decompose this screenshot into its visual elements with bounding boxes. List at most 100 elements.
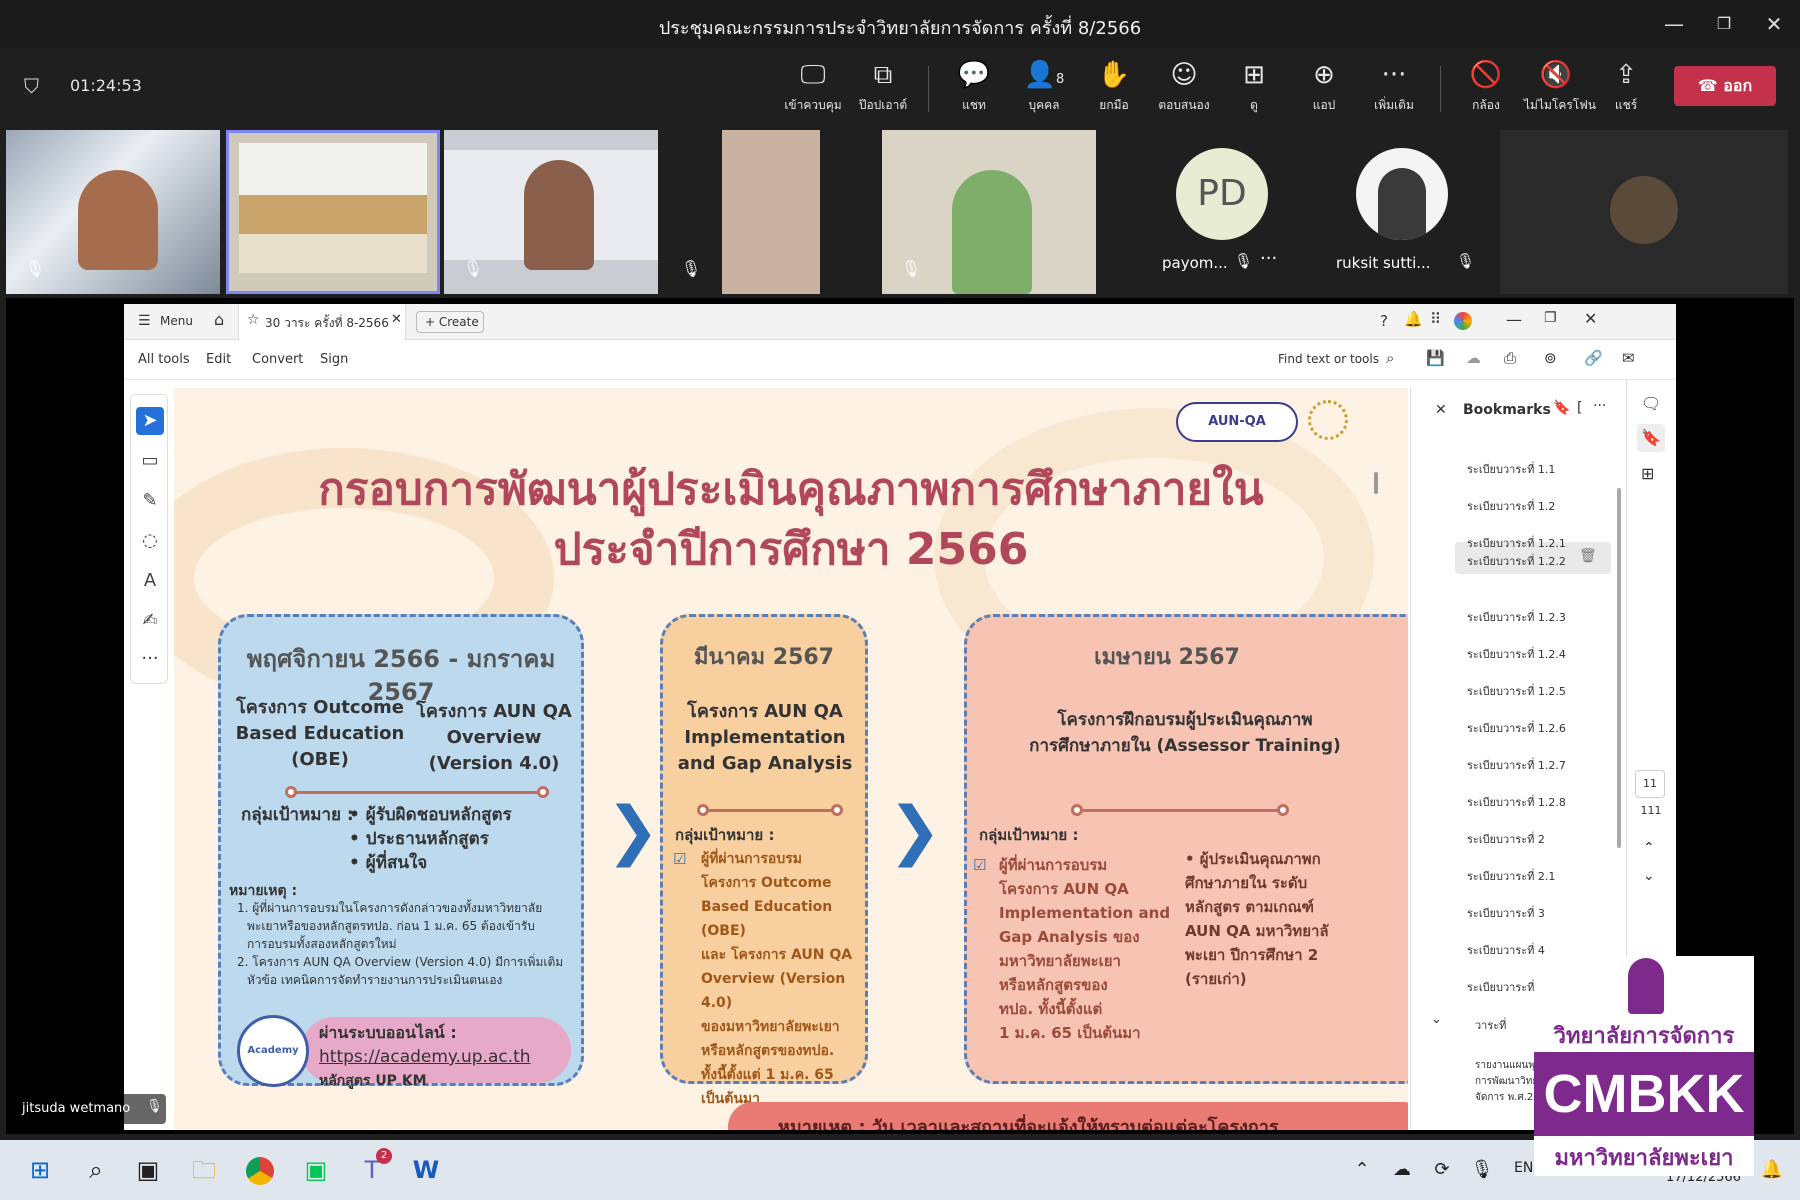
more-tools-icon[interactable]: ··· [136,645,164,673]
restore-icon[interactable]: ❐ [1702,8,1746,40]
document-tab[interactable]: ☆ 30 วาระ ครั้งที่ 8-2566 วันที่ ... ✕ [238,304,406,340]
bracket-icon[interactable]: [ [1577,400,1582,416]
sync-icon[interactable]: ⟳ [1422,1150,1462,1190]
participant-tile-self[interactable] [1500,130,1788,294]
line-app-icon[interactable]: ▣ [296,1150,336,1190]
participant-tile-ruksit[interactable]: ruksit sutti... 🎙 [1306,130,1502,294]
camera-button[interactable]: 🚫 กล้อง [1454,58,1518,120]
add-bookmark-icon[interactable]: 🔖 [1553,400,1570,416]
react-button[interactable]: ☺ ตอบสนอง [1152,58,1216,120]
chrome-icon[interactable] [240,1150,280,1190]
menu-sign[interactable]: Sign [320,352,348,367]
bookmark-item[interactable]: ระเบียบวาระที่ 1.2.5 [1467,682,1566,700]
cloud-off-icon[interactable]: ☁ [1382,1150,1422,1190]
add-comment-icon[interactable]: ▭ [136,447,164,475]
menu-label[interactable]: Menu [160,314,193,328]
close-panel-icon[interactable]: ✕ [1435,402,1447,418]
raise-hand-button[interactable]: ✋ ยกมือ [1082,58,1146,120]
bookmark-item[interactable]: ระเบียบวาระที่ 1.2.6 [1467,719,1566,737]
close-tab-icon[interactable]: ✕ [391,312,402,327]
menu-all-tools[interactable]: All tools [138,352,190,367]
leave-button[interactable]: ☎ ออก [1674,66,1776,106]
pdf-page[interactable]: AUN-QA กรอบการพัฒนาผู้ประเมินคุณภาพการศึ… [174,388,1408,1130]
help-icon[interactable]: ? [1380,312,1388,330]
minimize-icon[interactable]: — [1652,8,1696,40]
share-button[interactable]: ⇪ แชร์ [1594,58,1658,120]
more-icon[interactable]: ··· [1260,248,1277,269]
mic-button[interactable]: 🔇 ไม่ไมโครโฟน [1524,58,1596,120]
print-icon[interactable]: ⎙ [1504,349,1516,367]
page-scrollbar[interactable] [1374,472,1378,494]
task-view-icon[interactable]: ▣ [128,1150,168,1190]
language-indicator[interactable]: EN [1514,1160,1533,1176]
fill-sign-icon[interactable]: ✍ [136,607,164,635]
bookmarks-scrollbar[interactable] [1617,488,1621,848]
bookmark-item[interactable]: ระเบียบวาระที่ 1.2.3 [1467,608,1566,626]
participant-video[interactable]: 🎙 [6,130,220,294]
highlight-pen-icon[interactable]: ✎ [136,487,164,515]
home-icon[interactable]: ⌂ [214,310,224,329]
minimize-icon[interactable]: — [1506,310,1522,329]
bookmark-item[interactable]: ระเบียบวาระที่ 1.2 [1467,497,1555,515]
participant-video[interactable]: 🎙 [662,130,876,294]
link-icon[interactable]: 🔗 [1584,349,1603,367]
bookmark-item[interactable]: ระเบียบวาระที่ 2.1 [1467,867,1555,885]
participant-tile-payom[interactable]: PD payom... 🎙 ··· [1100,130,1300,294]
bookmark-item[interactable]: ระเบียบวาระที่ 1.2.8 [1467,793,1566,811]
view-button[interactable]: ⊞ ดู [1222,58,1286,120]
notification-bell-icon[interactable]: 🔔 [1752,1150,1792,1190]
participant-video[interactable]: 🎙 [882,130,1096,294]
windows-start-icon[interactable]: ⊞ [20,1150,60,1190]
more-icon[interactable]: ··· [1593,398,1606,414]
chevron-up-icon[interactable]: ⌃ [1342,1150,1382,1190]
bookmark-item[interactable]: ระเบียบวาระที่ 3 [1467,904,1545,922]
bookmark-item[interactable]: ระเบียบวาระที่ 2 [1467,830,1545,848]
close-icon[interactable]: ✕ [1584,309,1597,328]
more-button[interactable]: ··· เพิ่มเติม [1362,58,1426,120]
people-button[interactable]: 👤8 บุคคล [1012,58,1076,120]
apps-grid-icon[interactable]: ⠿ [1430,310,1441,328]
academy-link[interactable]: https://academy.up.ac.th [319,1045,531,1069]
create-button[interactable]: + Create [416,311,484,333]
bookmark-item[interactable]: ระเบียบวาระที่ 1.2.1 [1467,534,1566,552]
save-icon[interactable]: 💾 [1426,349,1445,367]
bookmark-item[interactable]: ระเบียบวาระที่ 1.2.4 [1467,645,1566,663]
star-icon[interactable]: ☆ [247,312,260,328]
close-icon[interactable]: ✕ [1752,8,1796,40]
menu-edit[interactable]: Edit [206,352,231,367]
bookmark-panel-icon[interactable]: 🔖 [1637,424,1665,452]
bookmark-item[interactable]: ระเบียบวาระที่ 1.1 [1467,460,1555,478]
bookmark-item-selected[interactable]: ระเบียบวาระที่ 1.2.2 [1467,552,1566,570]
take-control-button[interactable]: 🖵 เข้าควบคุม [781,58,845,120]
bell-icon[interactable]: 🔔 [1404,310,1423,328]
cloud-upload-icon[interactable]: ☁ [1466,349,1481,367]
popout-button[interactable]: ⧉ ป๊อปเอาต์ [851,58,915,120]
thumbnails-icon[interactable]: ⊞ [1641,464,1654,483]
share-link-icon[interactable]: ⊚ [1544,349,1557,367]
page-number-input[interactable]: 11 [1635,770,1665,798]
comment-icon[interactable]: 🗨 [1641,394,1661,413]
chat-button[interactable]: 💬 แชท [942,58,1006,120]
hamburger-icon[interactable]: ☰ [138,313,151,329]
profile-icon[interactable] [1454,312,1472,330]
participant-video[interactable]: 🎙 [444,130,658,294]
microphone-icon[interactable]: 🎙 [1462,1150,1502,1190]
chevron-up-icon[interactable]: ⌃ [1643,840,1655,856]
word-icon[interactable]: W [406,1150,446,1190]
mail-icon[interactable]: ✉ [1622,349,1635,367]
find-text-label[interactable]: Find text or tools [1278,352,1379,366]
bookmark-item[interactable]: ระเบียบวาระที่ 1.2.7 [1467,756,1566,774]
chevron-down-icon[interactable]: ⌄ [1431,1012,1442,1027]
trash-icon[interactable]: 🗑 [1579,548,1597,564]
select-cursor-icon[interactable]: ➤ [136,407,164,435]
chevron-down-icon[interactable]: ⌄ [1643,868,1655,884]
text-box-icon[interactable]: A [136,567,164,595]
search-icon[interactable]: ⌕ [76,1150,116,1190]
restore-icon[interactable]: ❐ [1544,310,1557,326]
participant-video-selected[interactable] [226,130,440,294]
apps-button[interactable]: ⊕ แอป [1292,58,1356,120]
file-explorer-icon[interactable]: 🗀 [184,1150,224,1190]
bookmark-group[interactable]: วาระที่ [1475,1016,1506,1034]
draw-lasso-icon[interactable]: ◌ [136,527,164,555]
search-icon[interactable]: ⌕ [1386,349,1394,367]
